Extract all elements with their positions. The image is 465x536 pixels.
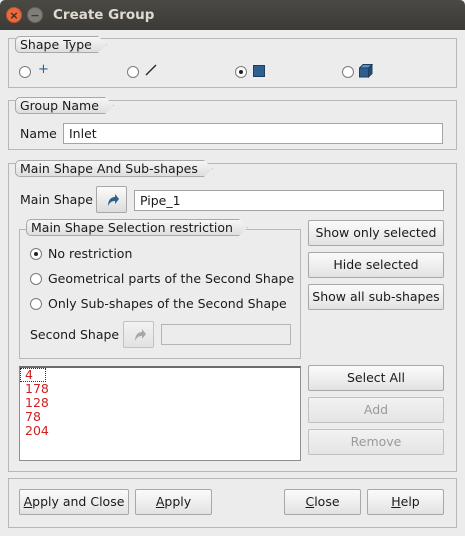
face-icon [253,65,266,81]
list-item[interactable]: 178 [20,382,300,396]
second-shape-input[interactable] [161,324,291,345]
group-name-label: Group Name [15,97,114,114]
remove-button[interactable]: Remove [308,429,444,455]
shape-type-label: Shape Type [15,36,107,53]
no-restriction-label[interactable]: No restriction [48,246,132,261]
no-restriction-radio[interactable] [30,248,42,260]
apply-label: pply [164,494,192,509]
main-shape-input[interactable]: Pipe_1 [134,190,444,211]
minimize-window-icon[interactable]: − [27,7,43,23]
geometrical-parts-radio[interactable] [30,273,42,285]
close-button[interactable]: Close [284,489,361,515]
edge-icon [145,64,157,79]
window-title: Create Group [53,7,155,23]
subshape-id-list[interactable]: 4 178 128 78 204 [19,366,301,461]
hide-selected-button[interactable]: Hide selected [308,252,444,278]
list-item[interactable]: 128 [20,396,300,410]
add-button[interactable]: Add [308,397,444,423]
main-shape-section-label: Main Shape And Sub-shapes [15,160,213,177]
show-all-subshapes-button[interactable]: Show all sub-shapes [308,284,444,310]
help-label: elp [400,494,420,509]
list-item[interactable]: 78 [20,410,300,424]
list-item[interactable]: 204 [20,424,300,438]
select-arrow-icon [135,329,146,341]
name-label: Name [20,126,57,141]
close-window-icon[interactable]: × [6,7,22,23]
apply-close-label: pply and Close [32,494,125,509]
only-subshapes-radio[interactable] [30,298,42,310]
shape-type-face-radio[interactable] [235,66,247,78]
show-only-selected-button[interactable]: Show only selected [308,220,444,246]
group-name-input[interactable]: Inlet [63,123,443,144]
point-icon: + [38,62,49,77]
list-item[interactable]: 4 [20,368,46,382]
apply-close-mnemonic: A [23,494,33,509]
solid-icon [358,63,374,81]
title-bar: × − Create Group [0,0,465,30]
shape-type-solid-radio[interactable] [342,66,354,78]
shape-type-point-radio[interactable] [19,66,31,78]
restriction-label: Main Shape Selection restriction [26,219,248,236]
close-mnemonic: C [305,494,315,509]
main-shape-label: Main Shape [20,192,93,207]
apply-button[interactable]: Apply [135,489,212,515]
apply-and-close-button[interactable]: Apply and Close [19,489,129,515]
main-shape-select-button[interactable] [96,186,127,213]
select-arrow-icon [108,194,119,206]
second-shape-select-button[interactable] [123,321,154,348]
help-mnemonic: H [391,494,401,509]
select-all-button[interactable]: Select All [308,365,444,391]
geometrical-parts-label[interactable]: Geometrical parts of the Second Shape [48,271,294,286]
only-subshapes-label[interactable]: Only Sub-shapes of the Second Shape [48,296,287,311]
help-button[interactable]: Help [367,489,444,515]
second-shape-label: Second Shape [30,327,120,342]
close-label: lose [314,494,340,509]
shape-type-edge-radio[interactable] [127,66,139,78]
